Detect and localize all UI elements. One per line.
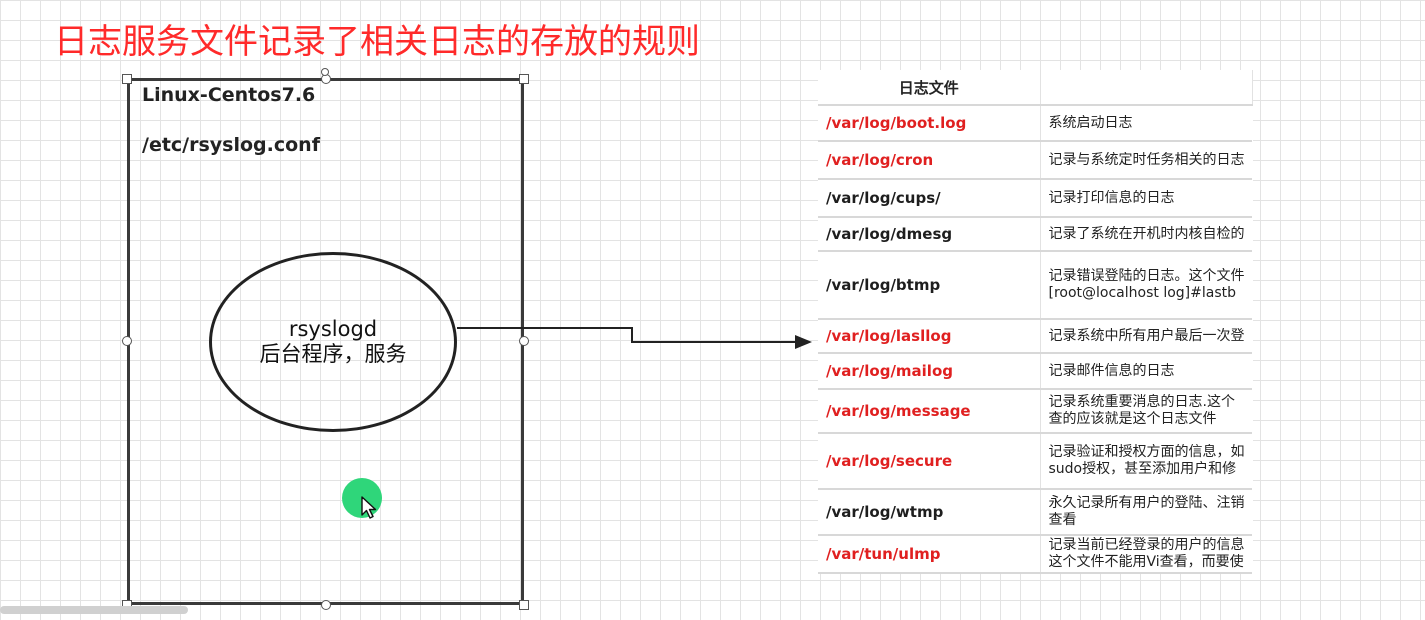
table-row: /var/log/boot.log 系统启动日志 <box>818 105 1252 142</box>
log-description: 记录当前已经登录的用户的信息 这个文件不能用Vi查看，而要使 <box>1039 535 1252 574</box>
log-description-line: 记录错误登陆的日志。这个文件 <box>1048 268 1245 284</box>
log-description-line: sudo授权，甚至添加用户和修 <box>1048 461 1237 477</box>
log-description: 记录邮件信息的日志 <box>1039 353 1252 390</box>
log-description: 记录错误登陆的日志。这个文件 [root@localhost log]#lastb <box>1039 251 1252 320</box>
table-row: /var/log/dmesg 记录了系统在开机时内核自检的 <box>818 217 1252 252</box>
horizontal-scrollbar[interactable] <box>0 606 188 614</box>
table-row: /var/log/mailog 记录邮件信息的日志 <box>818 353 1252 390</box>
log-description-line: 记录与系统定时任务相关的日志 <box>1048 151 1245 168</box>
header-description <box>1040 70 1253 106</box>
log-description: 记录系统中所有用户最后一次登 <box>1039 319 1252 354</box>
mouse-pointer-icon <box>361 496 377 519</box>
log-path: /var/tun/ulmp <box>818 535 1040 574</box>
log-path: /var/log/secure <box>818 433 1040 490</box>
log-description-line: [root@localhost log]#lastb <box>1048 285 1237 301</box>
log-path: /var/log/wtmp <box>818 489 1040 536</box>
log-table: 日志文件 /var/log/boot.log 系统启动日志/var/log/cro… <box>818 70 1253 574</box>
log-description: 记录系统重要消息的日志.这个 查的应该就是这个日志文件 <box>1039 389 1252 434</box>
log-description-line: 记录了系统在开机时内核自检的 <box>1048 225 1245 242</box>
log-description-line: 记录系统中所有用户最后一次登 <box>1048 327 1245 344</box>
log-description-line: 记录当前已经登录的用户的信息 <box>1048 537 1245 553</box>
arrow-head-icon <box>795 335 812 349</box>
log-description-line: 记录系统重要消息的日志.这个 <box>1048 394 1235 410</box>
table-row: /var/log/wtmp 永久记录所有用户的登陆、注销 查看 <box>818 489 1252 536</box>
log-description: 记录与系统定时任务相关的日志 <box>1039 141 1252 180</box>
log-description: 记录了系统在开机时内核自检的 <box>1039 217 1252 252</box>
log-description: 记录打印信息的日志 <box>1039 179 1252 218</box>
log-description-line: 永久记录所有用户的登陆、注销 <box>1048 495 1245 511</box>
log-path: /var/log/boot.log <box>818 105 1040 142</box>
log-description-line: 记录邮件信息的日志 <box>1048 362 1175 379</box>
log-path: /var/log/cron <box>818 141 1040 180</box>
header-log-file: 日志文件 <box>818 70 1041 106</box>
log-path: /var/log/btmp <box>818 251 1040 320</box>
log-path: /var/log/lasllog <box>818 319 1040 354</box>
log-description-line: 这个文件不能用Vi查看，而要使 <box>1048 554 1244 570</box>
log-description-line: 查看 <box>1048 512 1077 528</box>
log-path: /var/log/mailog <box>818 353 1040 390</box>
table-row: /var/log/cups/记录打印信息的日志 <box>818 179 1252 218</box>
log-description-line: 记录打印信息的日志 <box>1048 189 1175 206</box>
log-path: /var/log/cups/ <box>818 179 1040 218</box>
table-row: /var/log/lasllog 记录系统中所有用户最后一次登 <box>818 319 1252 354</box>
table-row: /var/log/btmp 记录错误登陆的日志。这个文件 [root@localho… <box>818 251 1252 320</box>
log-description: 记录验证和授权方面的信息，如 sudo授权，甚至添加用户和修 <box>1039 433 1252 490</box>
log-description-line: 记录验证和授权方面的信息，如 <box>1048 444 1245 460</box>
log-path: /var/log/message <box>818 389 1040 434</box>
table-header-row: 日志文件 <box>818 70 1253 106</box>
table-row: /var/log/cron 记录与系统定时任务相关的日志 <box>818 141 1252 180</box>
log-description: 系统启动日志 <box>1039 105 1252 142</box>
log-description-line: 查的应该就是这个日志文件 <box>1048 411 1217 427</box>
table-row: /var/log/secure 记录验证和授权方面的信息，如 sudo授权，甚至添加… <box>818 433 1252 490</box>
log-description-line: 系统启动日志 <box>1048 114 1133 131</box>
log-description: 永久记录所有用户的登陆、注销 查看 <box>1039 489 1252 536</box>
table-row: /var/log/message 记录系统重要消息的日志.这个 查的应该就是这个日志… <box>818 389 1252 434</box>
table-row: /var/tun/ulmp 记录当前已经登录的用户的信息 这个文件不能用Vi查看，而… <box>818 535 1252 574</box>
log-path: /var/log/dmesg <box>818 217 1040 252</box>
